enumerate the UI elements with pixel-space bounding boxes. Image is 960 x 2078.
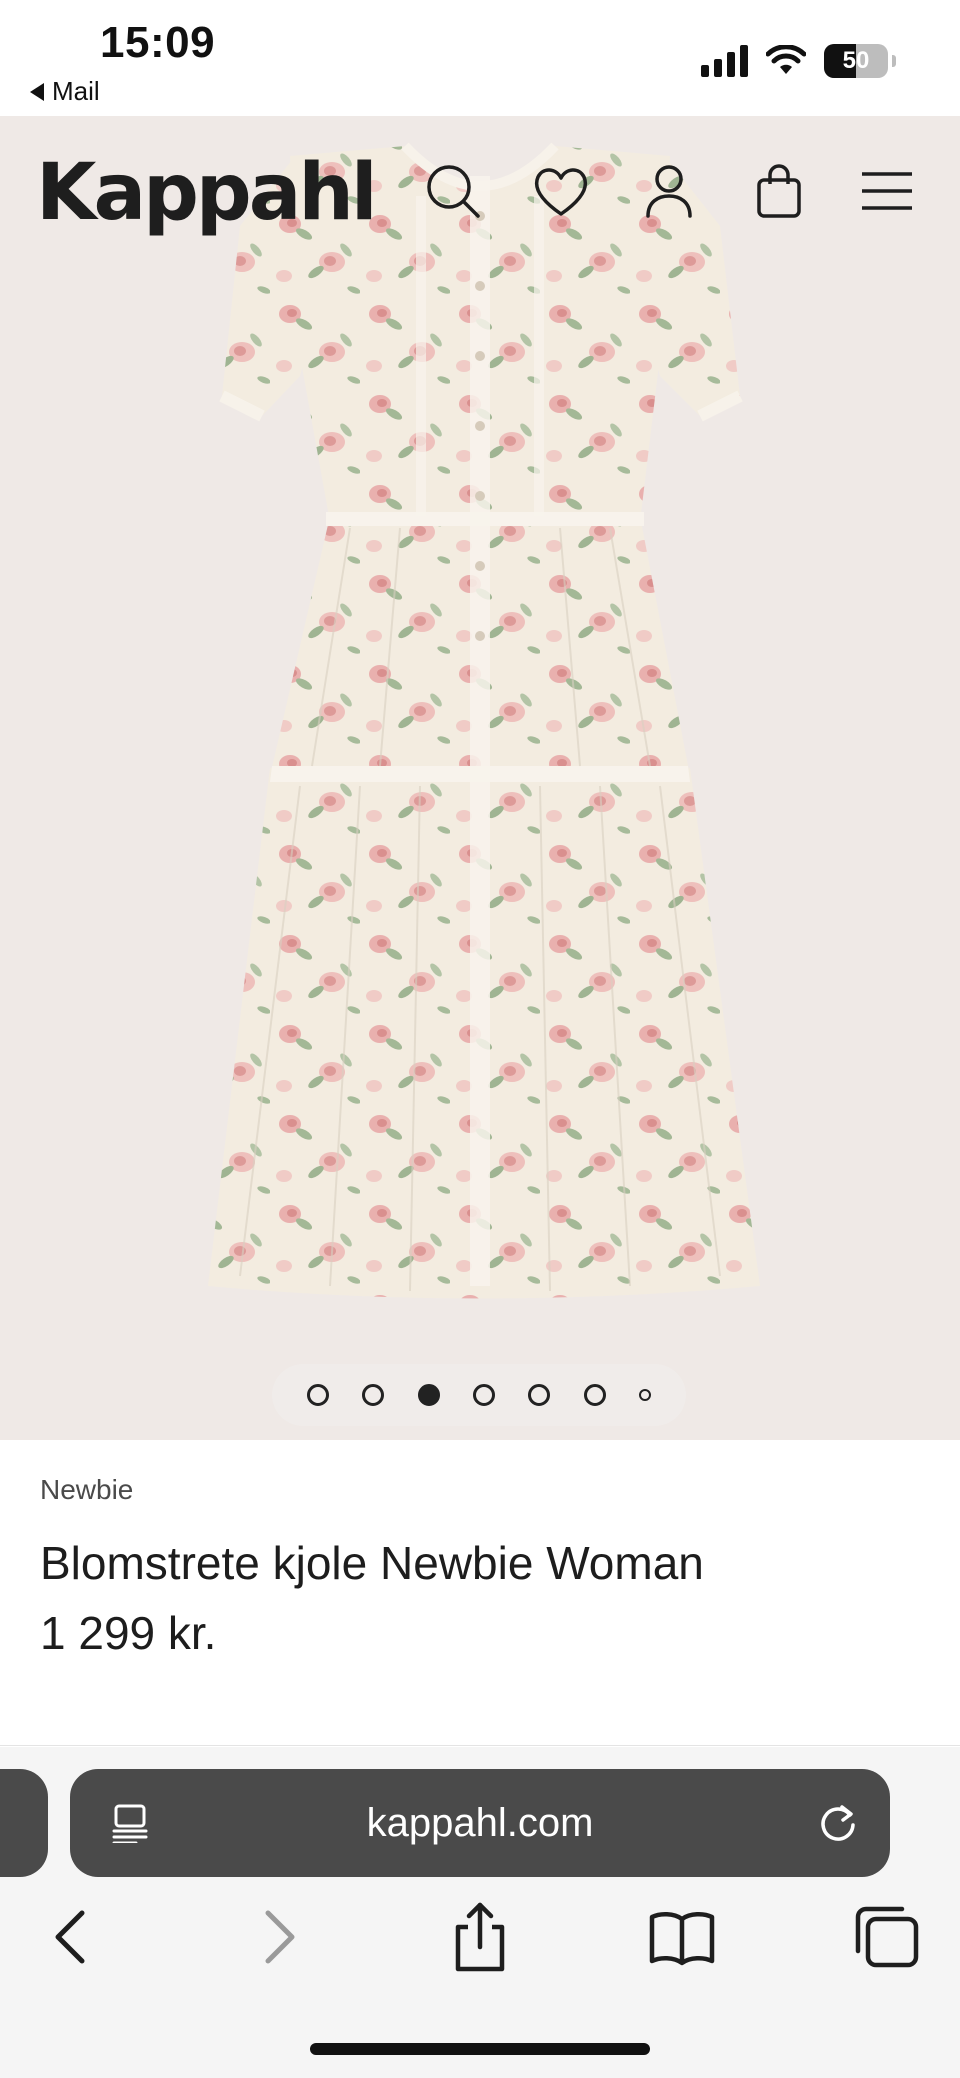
browser-toolbar: [0, 1897, 960, 1997]
battery-percent: 50: [842, 47, 870, 74]
account-icon[interactable]: [638, 160, 700, 222]
battery-cap: [892, 55, 896, 67]
cellular-signal-icon: [701, 45, 748, 77]
battery-icon: 50: [824, 44, 888, 78]
search-icon[interactable]: [422, 160, 484, 222]
product-price: 1 299 kr.: [40, 1607, 217, 1659]
gallery-dot-6[interactable]: [583, 1384, 606, 1406]
back-triangle-icon: [30, 82, 44, 101]
address-bar[interactable]: kappahl.com: [70, 1769, 890, 1877]
status-time: 15:09: [100, 18, 216, 67]
heart-icon[interactable]: [530, 160, 592, 222]
share-icon[interactable]: [440, 1897, 520, 1977]
gallery-dot-4[interactable]: [472, 1384, 495, 1406]
home-indicator[interactable]: [310, 2043, 650, 2055]
product-image-dress: [208, 142, 760, 1299]
product-info: Newbie Blomstrete kjole Newbie Woman 1 2…: [0, 1440, 960, 1746]
menu-icon[interactable]: [856, 160, 918, 222]
back-to-mail-button[interactable]: Mail: [30, 76, 100, 107]
previous-tab-preview[interactable]: [0, 1769, 48, 1877]
gallery-dot-5[interactable]: [528, 1384, 551, 1406]
forward-icon[interactable]: [238, 1897, 318, 1977]
bag-icon[interactable]: [748, 160, 810, 222]
back-app-label: Mail: [52, 76, 100, 106]
kappahl-logo[interactable]: Kappahl: [36, 148, 378, 238]
site-header: Kappahl: [0, 116, 960, 266]
gallery-pagination: [272, 1364, 686, 1426]
url-text: kappahl.com: [366, 1801, 594, 1845]
bookmarks-icon[interactable]: [642, 1897, 722, 1977]
wifi-icon: [766, 45, 806, 74]
product-image-gallery[interactable]: [0, 116, 960, 1440]
status-bar: 15:09 Mail 50: [0, 0, 960, 116]
tabs-icon[interactable]: [846, 1897, 926, 1977]
browser-chrome: kappahl.com: [0, 1747, 960, 2078]
back-icon[interactable]: [32, 1897, 112, 1977]
gallery-dot-1[interactable]: [306, 1384, 329, 1406]
product-title: Blomstrete kjole Newbie Woman: [40, 1537, 704, 1589]
status-icons: 50: [701, 44, 896, 78]
reload-icon[interactable]: [816, 1801, 860, 1845]
gallery-dot-2[interactable]: [362, 1384, 385, 1406]
product-brand[interactable]: Newbie: [40, 1474, 133, 1506]
gallery-dot-3[interactable]: [417, 1384, 440, 1406]
gallery-dot-7[interactable]: [639, 1389, 652, 1401]
